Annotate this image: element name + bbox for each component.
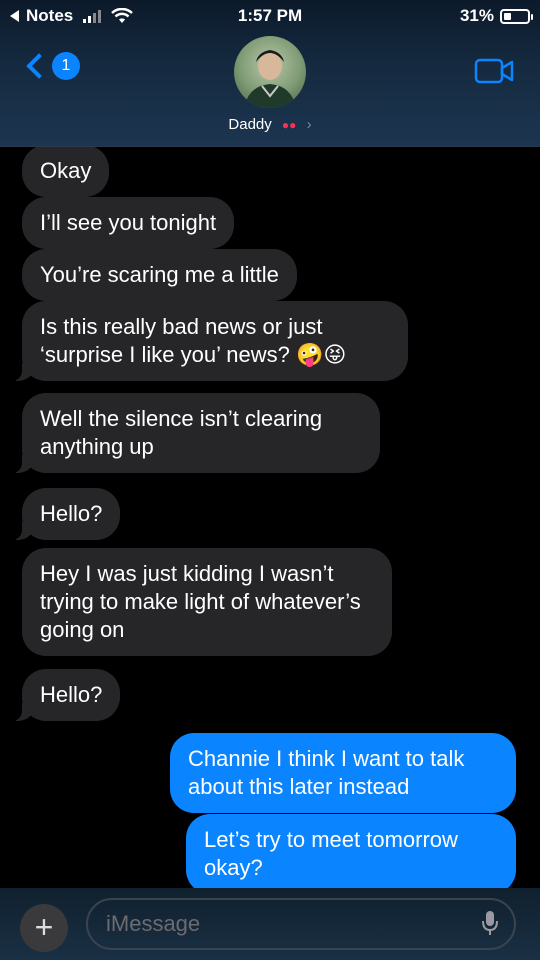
incoming-message[interactable]: I’ll see you tonight bbox=[22, 197, 235, 249]
battery-indicator: 31% bbox=[459, 6, 533, 26]
battery-percent: 31% bbox=[459, 6, 494, 25]
video-call-icon[interactable] bbox=[474, 58, 514, 84]
contact-name-row[interactable]: Daddy ●● › bbox=[0, 116, 540, 133]
status-bar: Notes 1:57 PM 31% bbox=[0, 0, 540, 32]
microphone-icon[interactable] bbox=[482, 910, 498, 936]
message-thread[interactable]: Okay I’ll see you tonight You’re scaring… bbox=[0, 147, 540, 892]
contact-avatar[interactable] bbox=[234, 36, 306, 108]
compose-bar: + bbox=[0, 888, 540, 960]
plus-icon: + bbox=[34, 909, 54, 945]
battery-icon bbox=[500, 8, 533, 24]
chevron-right-icon: › bbox=[306, 116, 312, 133]
incoming-message[interactable]: Hey I was just kidding I wasn’t trying t… bbox=[22, 548, 392, 656]
chevron-left-icon bbox=[26, 53, 52, 79]
incoming-message[interactable]: You’re scaring me a little bbox=[22, 249, 297, 301]
incoming-message[interactable]: Is this really bad news or just ‘surpris… bbox=[12, 301, 408, 381]
conversation-header: Notes 1:57 PM 31% 1 Daddy ●● › bbox=[0, 0, 540, 147]
outgoing-message[interactable]: Let’s try to meet tomorrow okay? bbox=[186, 814, 516, 892]
lips-emoji-icon: ●● bbox=[281, 118, 297, 132]
outgoing-message[interactable]: Channie I think I want to talk about thi… bbox=[170, 733, 516, 813]
message-input[interactable] bbox=[86, 898, 516, 950]
back-button[interactable]: 1 bbox=[22, 52, 80, 80]
incoming-message[interactable]: Well the silence isn’t clearing anything… bbox=[12, 393, 380, 473]
unread-badge: 1 bbox=[52, 52, 80, 80]
person-photo-icon bbox=[244, 50, 296, 108]
contact-name: Daddy bbox=[228, 116, 272, 133]
incoming-message[interactable]: Okay bbox=[22, 147, 110, 197]
app-drawer-button[interactable]: + bbox=[20, 904, 68, 952]
incoming-message[interactable]: Hello? bbox=[11, 669, 121, 721]
incoming-message[interactable]: Hello? bbox=[11, 488, 121, 540]
